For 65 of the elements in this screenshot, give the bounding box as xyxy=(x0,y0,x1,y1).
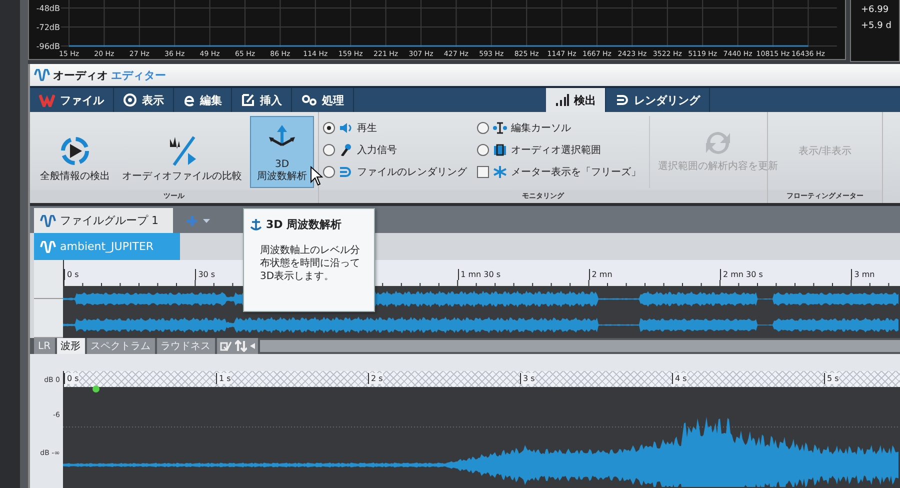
time-label: 3 s xyxy=(520,373,535,384)
wave-icon xyxy=(40,240,56,252)
time-label: 30 s xyxy=(195,269,216,280)
window-title: オーディオ xyxy=(53,68,108,82)
time-label: 2 mn xyxy=(588,269,612,280)
time-label: 1 s xyxy=(216,373,231,384)
menu-tab[interactable]: 検出 xyxy=(546,88,606,112)
mouse-pointer-icon xyxy=(310,166,323,186)
option-label[interactable]: メーター表示を「フリーズ」 xyxy=(511,165,641,179)
microphone-icon xyxy=(339,144,353,156)
meter-reading: +6.99 xyxy=(861,5,890,15)
time-label: 0 s xyxy=(64,373,79,384)
scrollbar[interactable] xyxy=(260,340,900,352)
radio-button[interactable] xyxy=(477,144,489,156)
time-label: 3 mn xyxy=(851,269,875,280)
signal-bars-icon xyxy=(555,94,569,106)
time-label: 2 s xyxy=(368,373,383,384)
anchor-icon xyxy=(250,218,262,231)
time-label: 5 s xyxy=(824,373,839,384)
marker-icon[interactable] xyxy=(92,385,100,393)
gears-icon xyxy=(301,93,317,107)
render-icon xyxy=(339,166,353,178)
ribbon-button[interactable]: 全般情報の検出 xyxy=(36,116,114,188)
render-icon xyxy=(615,94,629,106)
file-group-tab[interactable]: ファイルグループ 1 xyxy=(34,208,172,233)
tooltip-title: 3D 周波数解析 xyxy=(266,217,342,232)
letter-e-icon xyxy=(183,93,195,107)
meter-reading: +5.9 d xyxy=(861,21,892,31)
snowflake-icon xyxy=(493,166,507,178)
option-label[interactable]: 編集カーソル xyxy=(511,121,571,135)
option-label[interactable]: オーディオ選択範囲 xyxy=(511,143,601,157)
eye-icon xyxy=(123,93,137,107)
axis-label: -96dB xyxy=(36,42,60,51)
insert-icon xyxy=(241,93,255,107)
time-label: 4 s xyxy=(672,373,687,384)
wave-icon xyxy=(34,69,50,81)
wave-icon xyxy=(40,214,56,226)
ribbon-button[interactable]: オーディオファイルの比較 xyxy=(118,116,246,188)
radio-button[interactable] xyxy=(477,122,489,134)
time-label: 0 s xyxy=(64,269,79,280)
checkbox[interactable] xyxy=(477,166,489,178)
scroll-left-icon[interactable] xyxy=(250,343,255,349)
tooltip-text: 周波数軸上のレベル分布状態を時間に沿って 3D表示します。 xyxy=(260,244,361,283)
target-play-icon xyxy=(59,135,91,167)
view-tab[interactable]: 波形 xyxy=(56,338,85,354)
refresh-icon xyxy=(703,129,733,157)
selection-icon xyxy=(493,144,507,156)
radio-button[interactable] xyxy=(323,166,335,178)
logo-icon xyxy=(39,93,55,107)
radio-button[interactable] xyxy=(323,122,335,134)
time-label: 2 mn 30 s xyxy=(720,269,763,280)
axis-label: -48dB xyxy=(36,4,60,13)
option-label[interactable]: 入力信号 xyxy=(357,143,397,157)
window-title: エディター xyxy=(111,68,166,82)
up-down-arrows-icon[interactable] xyxy=(234,340,247,352)
time-label: 1 mn 30 s xyxy=(458,269,501,280)
option-label[interactable]: ファイルのレンダリング xyxy=(357,165,467,179)
text-cursor-icon xyxy=(493,122,507,134)
speaker-icon xyxy=(339,122,353,134)
radio-button[interactable] xyxy=(323,144,335,156)
check-box-icon[interactable] xyxy=(220,341,232,351)
axis-label: -72dB xyxy=(36,23,60,32)
caret-icon[interactable] xyxy=(202,218,210,222)
ribbon-button[interactable]: 3D 周波数解析 xyxy=(250,116,314,188)
option-label[interactable]: 再生 xyxy=(357,121,377,135)
